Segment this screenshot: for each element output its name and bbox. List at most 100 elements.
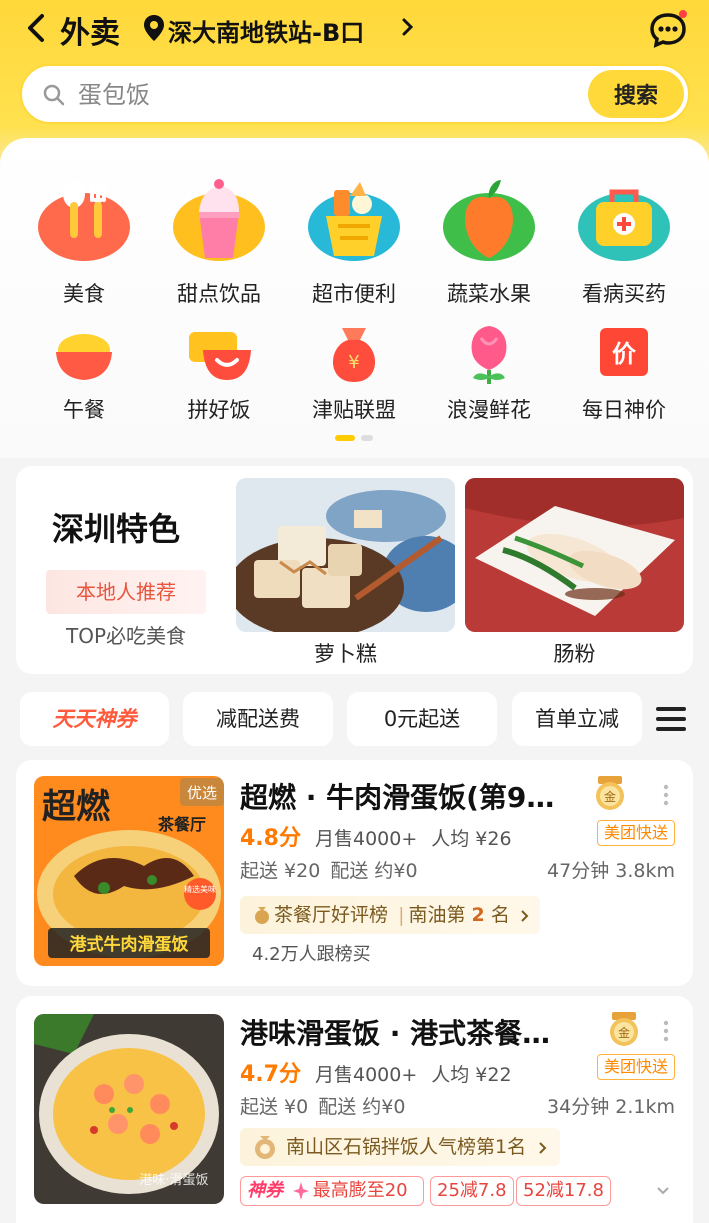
message-icon[interactable] bbox=[648, 10, 688, 48]
gold-medal-icon: 金 bbox=[610, 1012, 638, 1046]
restaurant-image: 优选 超燃 茶餐厅 精选美味 港式牛肉滑蛋饭 bbox=[34, 776, 224, 966]
category-dessert[interactable]: 甜点饮品 bbox=[151, 172, 287, 308]
follower-count: 4.2万人跟榜买 bbox=[252, 944, 371, 965]
discount-badge[interactable]: 52减17.8 bbox=[516, 1176, 611, 1206]
more-options-icon[interactable] bbox=[663, 784, 669, 806]
shopping-basket-icon bbox=[308, 182, 400, 261]
image-tag-text: 优选 bbox=[187, 784, 217, 802]
medicine-box-icon bbox=[578, 189, 670, 261]
rank-number: 2 bbox=[471, 904, 485, 926]
category-label: 津贴联盟 bbox=[312, 398, 396, 422]
delivery-badge: 美团快送 bbox=[596, 1054, 675, 1080]
smile-bowl-icon bbox=[189, 332, 251, 380]
rating-row: 4.8分 月售4000+ 人均 ¥26 bbox=[240, 820, 512, 852]
rating-score: 4.7分 bbox=[240, 1062, 301, 1087]
rating-row: 4.7分 月售4000+ 人均 ¥22 bbox=[240, 1056, 512, 1088]
restaurant-name[interactable]: 港味滑蛋饭 · 港式茶餐… bbox=[240, 1012, 580, 1052]
category-medicine[interactable]: 看病买药 bbox=[556, 172, 692, 308]
rank-tag[interactable]: 南山区石锅拌饭人气榜第1名 bbox=[240, 1128, 561, 1166]
minimum-order: 起送 ¥20 bbox=[240, 860, 321, 882]
category-supermarket[interactable]: 超市便利 bbox=[286, 172, 422, 308]
search-button[interactable]: 搜索 bbox=[588, 70, 684, 118]
image-seal-text: 精选美味 bbox=[184, 884, 216, 894]
more-options-icon[interactable] bbox=[663, 1020, 669, 1042]
search-icon bbox=[43, 84, 65, 106]
category-daily-price[interactable]: 价 每日神价 bbox=[556, 320, 692, 424]
delivery-location[interactable]: 深大南地铁站-B口 bbox=[168, 13, 364, 48]
category-group-meal[interactable]: 拼好饭 bbox=[151, 320, 287, 424]
rice-bowl-icon bbox=[56, 334, 112, 380]
category-fruit[interactable]: 蔬菜水果 bbox=[421, 172, 557, 308]
filter-reduced-delivery[interactable]: 减配送费 bbox=[183, 692, 333, 746]
monthly-sales: 月售4000+ bbox=[314, 1064, 418, 1086]
special-item[interactable]: 肠粉 bbox=[465, 478, 684, 668]
delivery-time: 34分钟 bbox=[547, 1096, 610, 1118]
category-subsidy[interactable]: ¥ 津贴联盟 bbox=[286, 320, 422, 424]
indicator-dot-active bbox=[335, 435, 355, 441]
indicator-dot bbox=[361, 435, 373, 441]
specials-tag-top: TOP必吃美食 bbox=[65, 624, 187, 648]
chevron-right-icon bbox=[521, 909, 529, 922]
filter-daily-coupon[interactable]: 天天神券 bbox=[20, 692, 169, 746]
chevron-right-icon[interactable] bbox=[401, 16, 415, 38]
restaurant-image: 港味·滑蛋饭 bbox=[34, 1014, 224, 1204]
menu-icon[interactable] bbox=[656, 706, 686, 732]
category-lunch[interactable]: 午餐 bbox=[16, 320, 152, 424]
restaurant-name[interactable]: 超燃 · 牛肉滑蛋饭(第9… bbox=[240, 776, 580, 816]
category-label: 每日神价 bbox=[582, 398, 666, 422]
rank-category: 茶餐厅好评榜 bbox=[274, 904, 389, 926]
restaurant-card[interactable]: 优选 超燃 茶餐厅 精选美味 港式牛肉滑蛋饭 超燃 · 牛肉滑蛋饭(第9… 金 … bbox=[16, 760, 693, 986]
fee-row: 起送 ¥0 配送 约¥0 bbox=[240, 1092, 405, 1119]
restaurant-card[interactable]: 港味·滑蛋饭 港味滑蛋饭 · 港式茶餐… 金 4.7分 月售4000+ 人均 ¥22… bbox=[16, 996, 693, 1223]
search-input[interactable] bbox=[78, 78, 578, 112]
distance: 2.1km bbox=[615, 1096, 675, 1118]
back-arrow-icon[interactable] bbox=[24, 12, 50, 44]
specials-title: 深圳特色 bbox=[52, 510, 181, 548]
location-pin-icon[interactable] bbox=[143, 14, 165, 42]
svg-text:金: 金 bbox=[604, 789, 616, 804]
filter-zero-minimum[interactable]: 0元起送 bbox=[347, 692, 497, 746]
category-label: 蔬菜水果 bbox=[447, 282, 531, 306]
image-title-text: 超燃 bbox=[42, 787, 111, 827]
fruit-icon bbox=[443, 180, 535, 261]
delivery-fee: 配送 约¥0 bbox=[330, 860, 418, 882]
chevron-down-icon[interactable] bbox=[656, 1186, 670, 1196]
svg-text:金: 金 bbox=[618, 1025, 630, 1040]
specials-tag-local: 本地人推荐 bbox=[46, 570, 206, 614]
svg-text:¥: ¥ bbox=[348, 352, 359, 373]
special-item-name: 肠粉 bbox=[553, 642, 596, 666]
rice-roll-image bbox=[465, 478, 684, 632]
svg-text:价: 价 bbox=[612, 340, 637, 368]
top-nav: 外卖 深大南地铁站-B口 bbox=[0, 0, 709, 60]
rank-text: 南山区石锅拌饭人气榜第1名 bbox=[286, 1136, 527, 1158]
local-specials-card[interactable]: 深圳特色 本地人推荐 TOP必吃美食 萝卜糕 肠粉 bbox=[16, 466, 693, 674]
search-bar: 搜索 bbox=[20, 64, 690, 124]
special-item-name: 萝卜糕 bbox=[314, 642, 377, 666]
rank-tag[interactable]: 茶餐厅好评榜 | 南油第 2 名 bbox=[240, 896, 540, 934]
image-bottom-text: 港式牛肉滑蛋饭 bbox=[70, 934, 189, 955]
category-flowers[interactable]: 浪漫鲜花 bbox=[421, 320, 557, 424]
dessert-cup-icon bbox=[173, 179, 265, 261]
image-sub-text: 茶餐厅 bbox=[157, 815, 206, 834]
medal-icon bbox=[255, 1135, 275, 1159]
gold-medal-icon: 金 bbox=[596, 776, 624, 810]
medal-icon bbox=[255, 906, 269, 924]
delivery-time: 47分钟 bbox=[547, 860, 610, 882]
category-label: 甜点饮品 bbox=[177, 282, 261, 306]
time-distance: 34分钟 2.1km bbox=[547, 1092, 675, 1119]
monthly-sales: 月售4000+ bbox=[314, 828, 418, 850]
price-tag-icon: 价 bbox=[600, 328, 648, 376]
discount-badge[interactable]: 25减7.8 bbox=[430, 1176, 514, 1206]
category-label: 浪漫鲜花 bbox=[447, 398, 531, 422]
delivery-badge: 美团快送 bbox=[596, 820, 675, 846]
distance: 3.8km bbox=[615, 860, 675, 882]
coupon-label: 神券 bbox=[247, 1180, 283, 1201]
filter-first-order[interactable]: 首单立减 bbox=[512, 692, 642, 746]
money-bag-icon: ¥ bbox=[332, 328, 376, 382]
category-label: 看病买药 bbox=[582, 282, 666, 306]
category-food[interactable]: 美食 bbox=[16, 172, 152, 308]
special-item[interactable]: 萝卜糕 bbox=[236, 478, 455, 668]
average-price: 人均 ¥26 bbox=[431, 828, 512, 850]
super-coupon-badge[interactable]: 神券 最高膨至20 bbox=[240, 1176, 424, 1206]
sparkle-icon bbox=[292, 1182, 309, 1200]
